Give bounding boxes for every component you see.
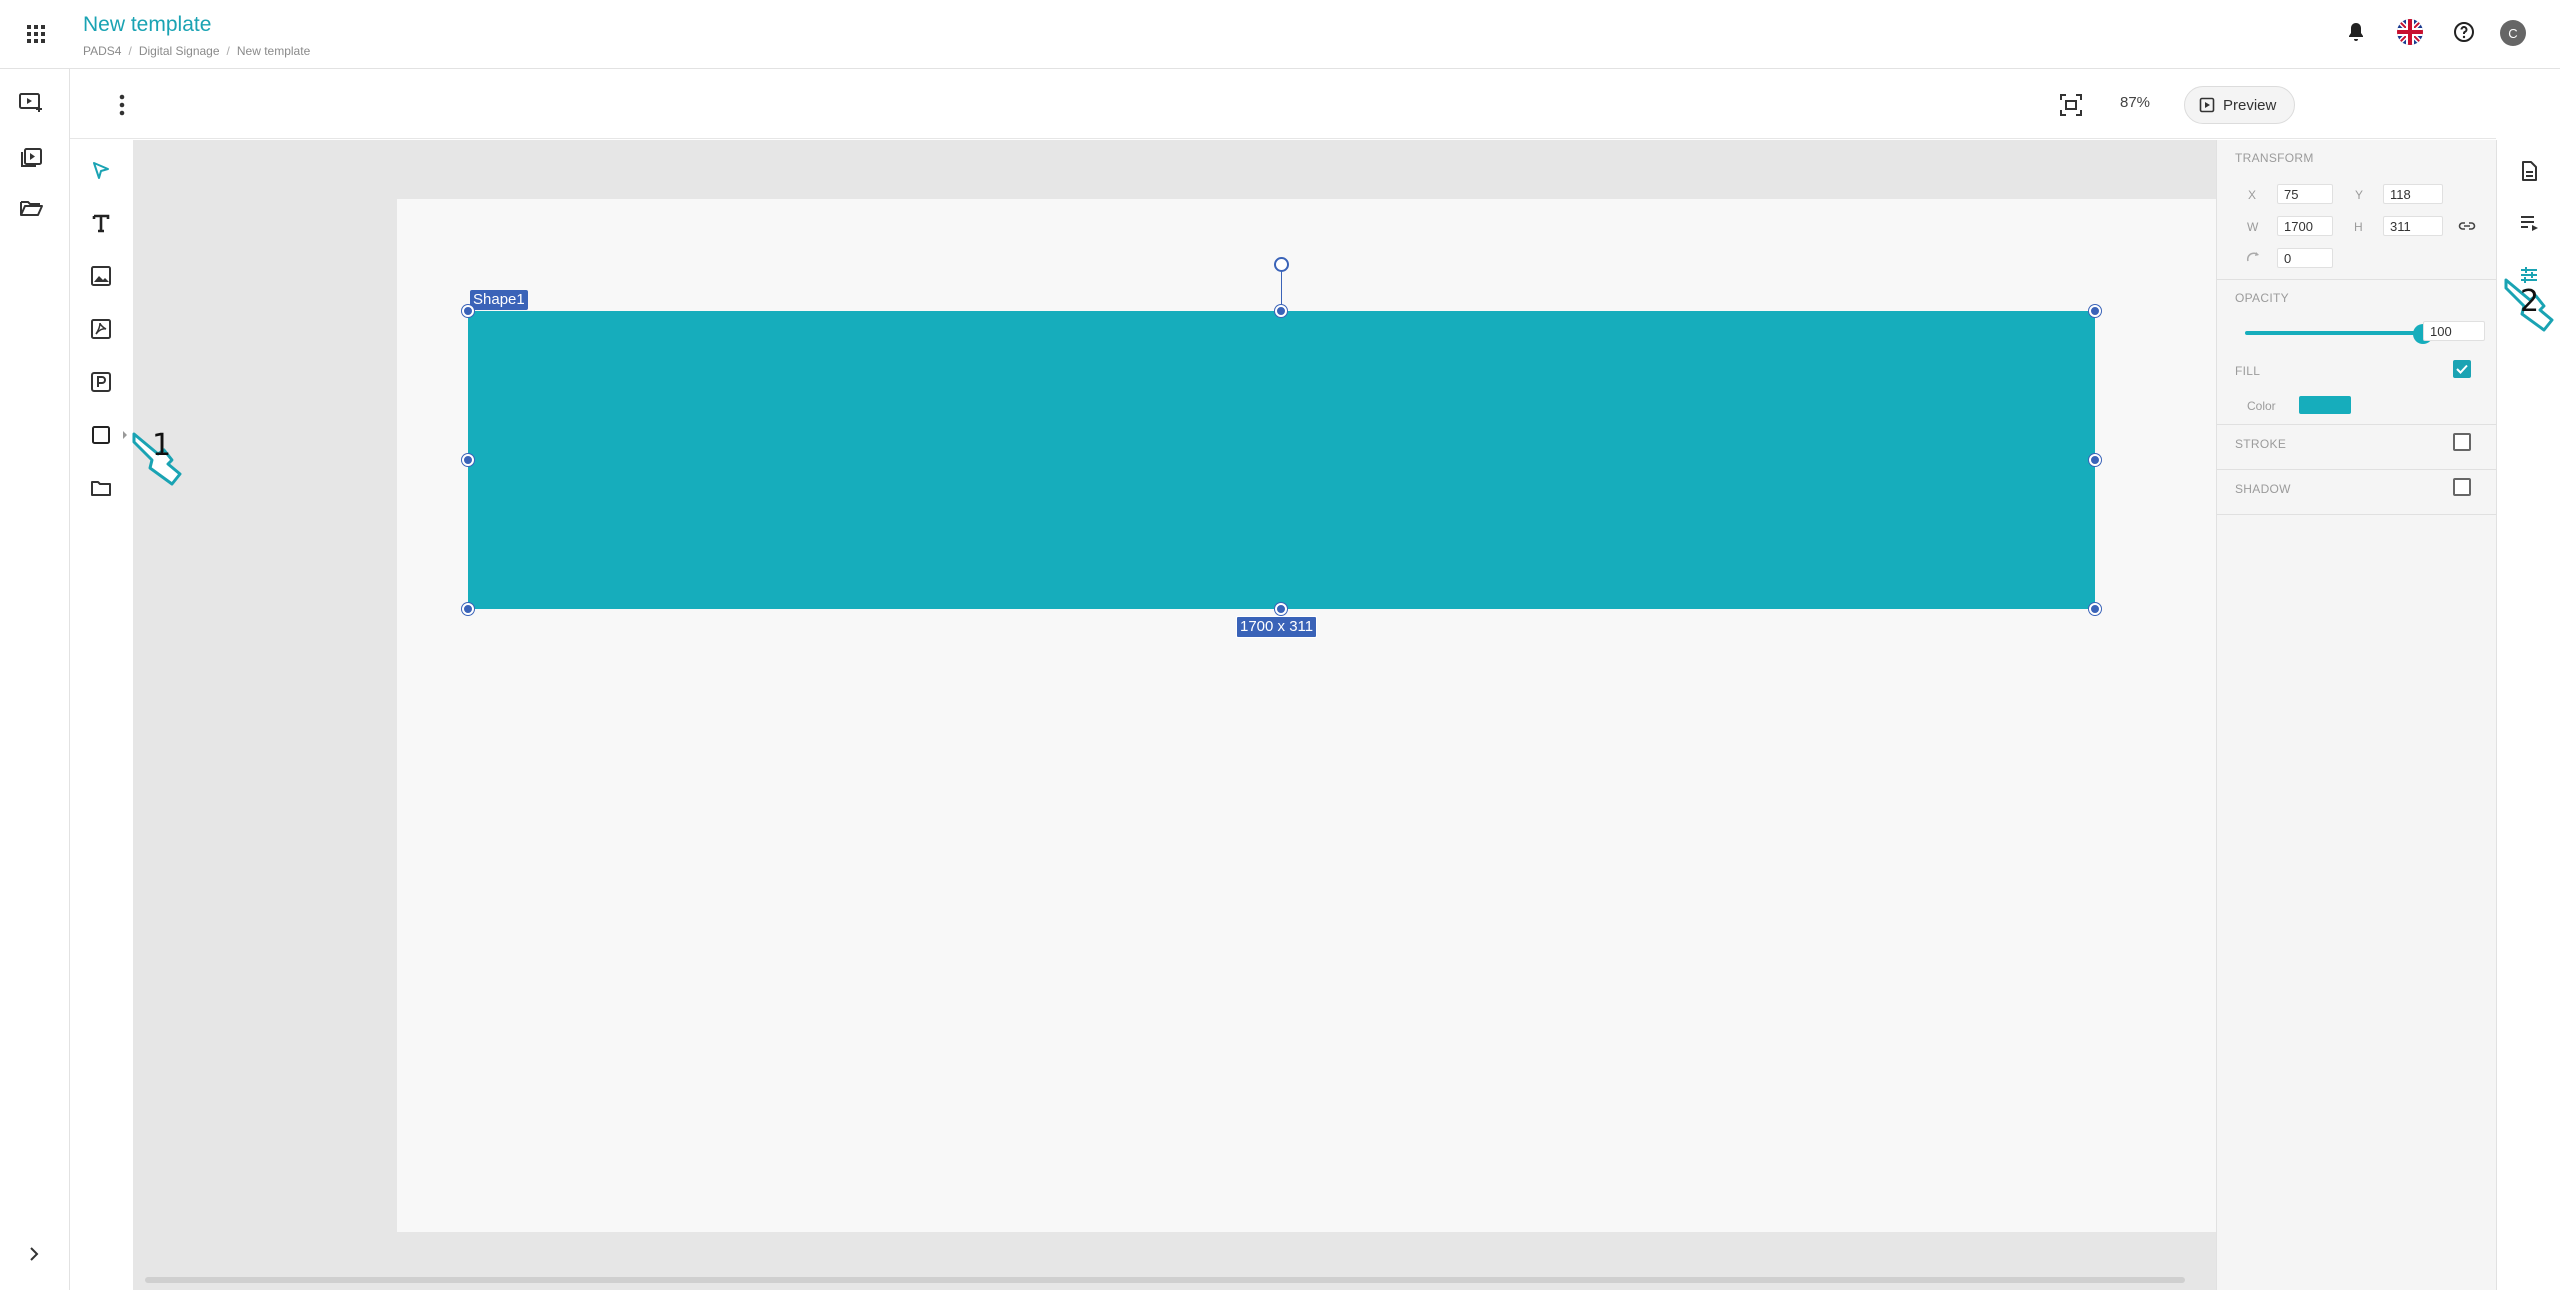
height-input[interactable] (2383, 216, 2443, 236)
add-media-icon[interactable] (16, 87, 46, 117)
x-label: X (2248, 188, 2257, 202)
plugin-tool-icon[interactable] (86, 367, 116, 397)
preview-label: Preview (2223, 96, 2277, 114)
resize-handle-top-left[interactable] (462, 305, 474, 317)
horizontal-scrollbar[interactable] (145, 1277, 2185, 1283)
stroke-checkbox[interactable] (2453, 433, 2471, 451)
fill-section-title: FILL (2235, 364, 2261, 378)
rotation-input[interactable] (2277, 248, 2333, 268)
h-label: H (2354, 220, 2363, 234)
stroke-section-title: STROKE (2235, 437, 2287, 451)
play-icon (2199, 97, 2215, 113)
breadcrumb-item-current: New template (236, 44, 311, 58)
fit-to-screen-icon[interactable] (2055, 89, 2087, 121)
preview-button[interactable]: Preview (2184, 86, 2296, 124)
breadcrumb: PADS4 / Digital Signage / New template (83, 44, 310, 58)
tool-column (70, 139, 133, 1290)
size-badge: 1700 x 311 (1236, 616, 1318, 638)
shape-tool-icon[interactable] (86, 420, 116, 450)
rotation-icon (2245, 250, 2261, 264)
w-label: W (2247, 220, 2259, 234)
shape-name-label: Shape1 (470, 290, 528, 310)
resize-handle-right[interactable] (2089, 454, 2101, 466)
document-properties-icon[interactable] (2514, 156, 2544, 186)
uk-flag-icon[interactable] (2395, 17, 2425, 47)
fill-color-label: Color (2247, 399, 2276, 413)
shadow-section-title: SHADOW (2235, 482, 2291, 496)
y-input[interactable] (2383, 184, 2443, 204)
breadcrumb-separator: / (128, 44, 132, 58)
app-rail (0, 69, 70, 1290)
more-menu-icon[interactable] (107, 90, 137, 120)
folder-tool-icon[interactable] (86, 473, 116, 503)
callout-number-1: 1 (152, 428, 172, 463)
fill-color-swatch[interactable] (2299, 396, 2351, 414)
breadcrumb-item-digital-signage[interactable]: Digital Signage (139, 44, 220, 58)
title-block: New template PADS4 / Digital Signage / N… (83, 11, 310, 58)
shadow-checkbox[interactable] (2453, 478, 2471, 496)
y-label: Y (2355, 188, 2364, 202)
fill-checkbox[interactable] (2453, 360, 2471, 378)
breadcrumb-separator: / (226, 44, 230, 58)
opacity-input[interactable] (2423, 321, 2485, 341)
text-tool-icon[interactable] (86, 208, 116, 238)
bell-icon[interactable] (2341, 17, 2371, 47)
link-ratio-icon[interactable] (2458, 219, 2476, 233)
open-folder-icon[interactable] (16, 193, 46, 223)
resize-handle-bottom-left[interactable] (462, 603, 474, 615)
resize-handle-left[interactable] (462, 454, 474, 466)
resize-handle-top-right[interactable] (2089, 305, 2101, 317)
editor-toolbar: 87% Preview (70, 70, 2496, 139)
media-library-icon[interactable] (16, 140, 46, 170)
canvas-area[interactable]: Shape1 1700 x 311 (133, 140, 2216, 1290)
width-input[interactable] (2277, 216, 2333, 236)
page-title[interactable]: New template (83, 11, 310, 39)
resize-handle-bottom[interactable] (1275, 603, 1287, 615)
chevron-right-icon[interactable] (20, 1240, 48, 1268)
callout-number-2: 2 (2520, 284, 2540, 319)
selected-rectangle-shape[interactable] (468, 311, 2095, 609)
divider (2217, 424, 2497, 425)
divider (2217, 514, 2497, 515)
transform-section-title: TRANSFORM (2235, 151, 2314, 165)
resize-handle-top[interactable] (1275, 305, 1287, 317)
opacity-section-title: OPACITY (2235, 291, 2289, 305)
breadcrumb-item-pads4[interactable]: PADS4 (83, 44, 121, 58)
image-tool-icon[interactable] (86, 261, 116, 291)
divider (2217, 469, 2497, 470)
top-bar: New template PADS4 / Digital Signage / N… (0, 0, 2560, 69)
zoom-level[interactable]: 87% (2120, 94, 2150, 111)
help-icon[interactable] (2449, 17, 2479, 47)
divider (2217, 279, 2497, 280)
x-input[interactable] (2277, 184, 2333, 204)
resize-handle-bottom-right[interactable] (2089, 603, 2101, 615)
select-cursor-icon[interactable] (86, 156, 116, 186)
properties-panel: TRANSFORM X Y W H OPACITY FILL Color STR… (2216, 140, 2497, 1290)
apps-grid-icon[interactable] (20, 18, 52, 50)
rotate-handle[interactable] (1274, 257, 1289, 272)
pdf-tool-icon[interactable] (86, 314, 116, 344)
opacity-slider[interactable] (2245, 331, 2420, 335)
avatar[interactable]: C (2500, 20, 2526, 46)
playlist-icon[interactable] (2514, 208, 2544, 238)
